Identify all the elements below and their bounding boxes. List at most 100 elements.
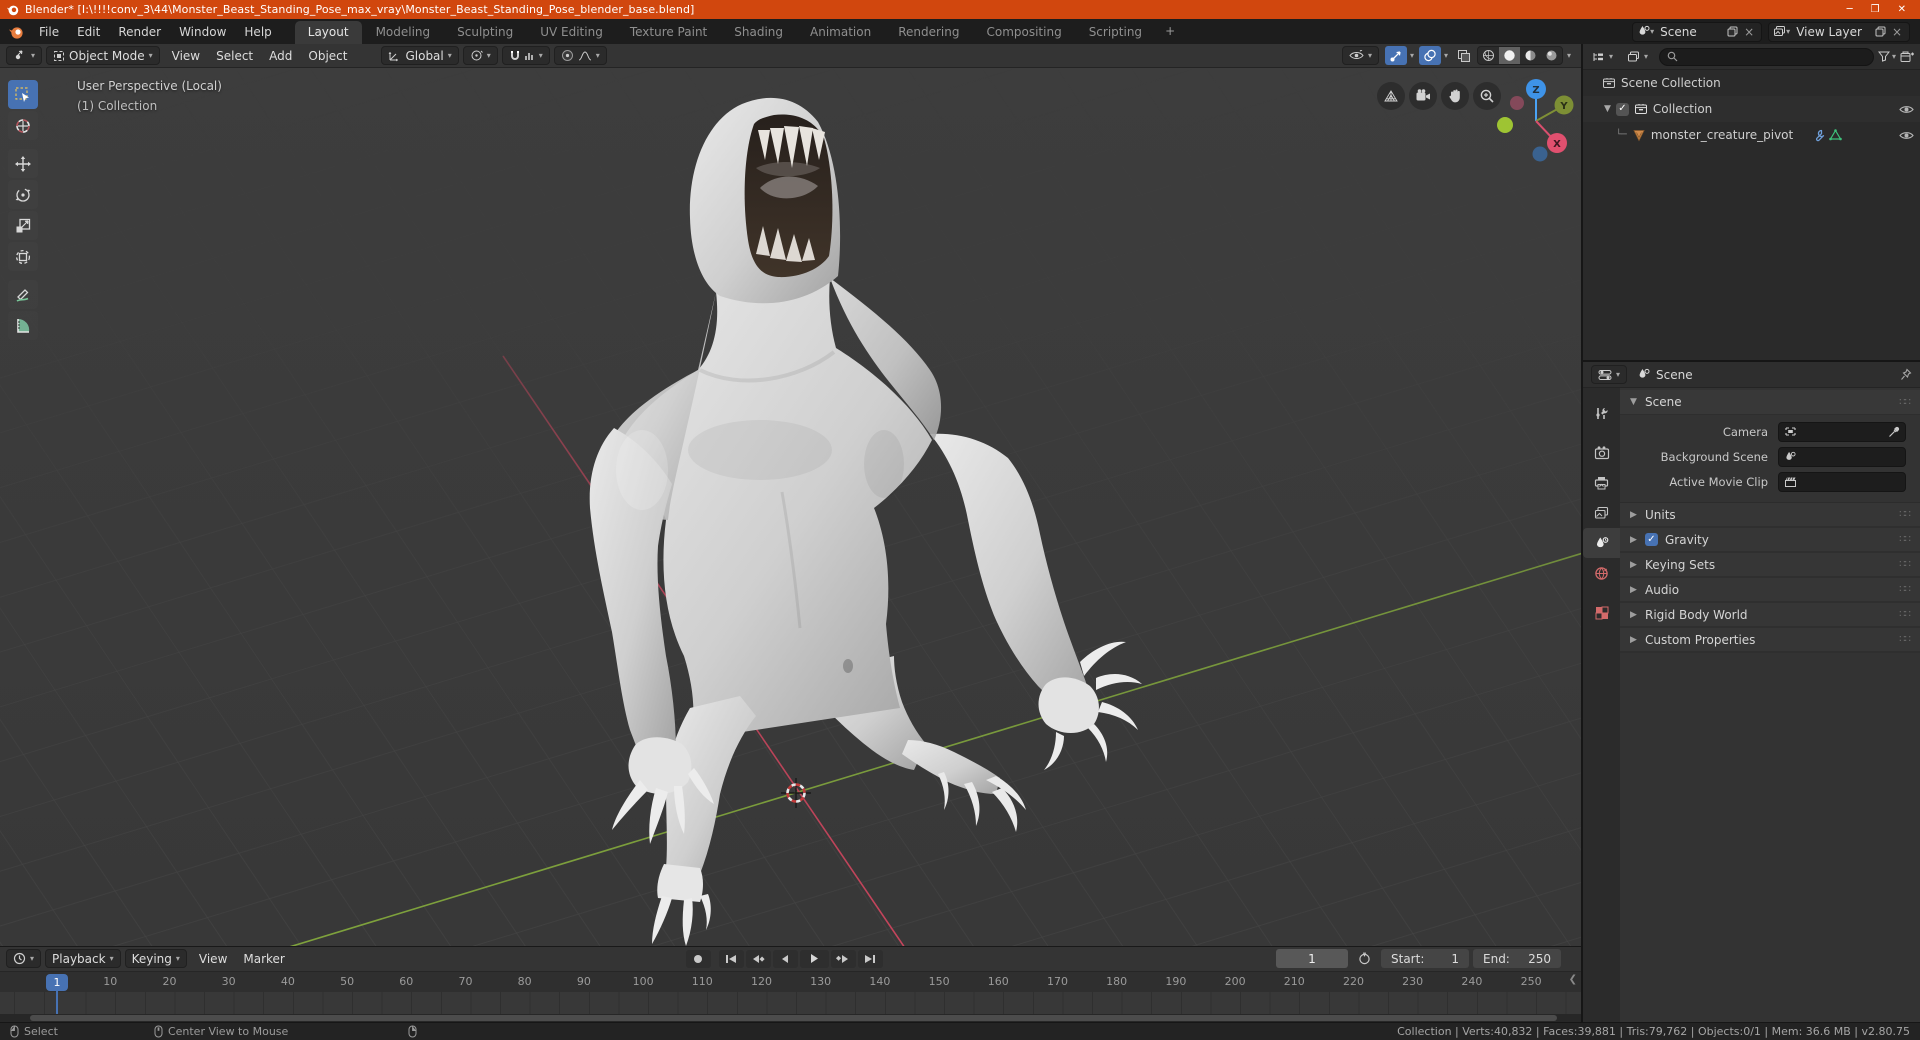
panel-grip-icon[interactable]: ∷∷ [1899, 559, 1911, 570]
chevron-down-icon[interactable]: ▾ [1563, 51, 1575, 60]
playback-menu[interactable]: Playback ▾ [45, 949, 121, 969]
panel-grip-icon[interactable]: ∷∷ [1899, 634, 1911, 645]
menubar-item[interactable]: Window [170, 21, 235, 43]
new-scene-button[interactable] [1724, 26, 1741, 37]
rotate-tool[interactable] [8, 180, 38, 209]
prev-frame-button[interactable] [772, 949, 798, 968]
zoom-camera-view-icon[interactable] [1377, 82, 1405, 110]
scene-panel-header[interactable]: ▼ Scene ∷∷ [1620, 390, 1920, 415]
view-layer-selector[interactable]: ▾ View Layer × [1768, 21, 1910, 42]
hide-in-viewport-toggle[interactable] [1899, 130, 1914, 141]
panel-header[interactable]: ▶ Audio ∷∷ [1620, 578, 1920, 603]
start-frame-field[interactable]: Start: 1 [1381, 949, 1469, 969]
minimize-button[interactable]: ─ [1847, 4, 1853, 15]
annotate-tool[interactable] [8, 280, 38, 309]
end-frame-field[interactable]: End: 250 [1473, 949, 1561, 969]
workspace-tab[interactable]: Shading [721, 21, 796, 44]
viewport-menu-item[interactable]: Object [300, 46, 355, 65]
timeline-ruler[interactable]: 10 20 30 40 50 60 70 80 90 100 110 120 130 140 150 160 1… [0, 970, 1581, 993]
show-overlays-toggle[interactable] [1418, 46, 1441, 65]
menubar-item[interactable]: Render [109, 21, 170, 43]
outliner-filter-dropdown[interactable]: ▾ [1877, 51, 1896, 62]
playhead[interactable] [56, 989, 58, 1015]
current-frame-field[interactable]: 1 [1276, 949, 1348, 969]
shading-solid-button[interactable] [1498, 47, 1520, 64]
scale-tool[interactable] [8, 211, 38, 240]
panel-grip-icon[interactable]: ∷∷ [1899, 509, 1911, 520]
panel-checkbox[interactable]: ✓ [1645, 533, 1658, 546]
shading-wireframe-button[interactable] [1478, 47, 1499, 64]
workspace-tab[interactable]: Scripting [1076, 21, 1155, 44]
shading-rendered-button[interactable] [1541, 47, 1562, 64]
workspace-tab[interactable]: Sculpting [444, 21, 526, 44]
eyedropper-icon[interactable] [1888, 426, 1900, 438]
tab-world[interactable] [1583, 558, 1620, 588]
object-visibility-dropdown[interactable]: ▾ [1341, 46, 1379, 65]
editor-type-button[interactable]: ▾ [6, 46, 43, 65]
auto-keying-stopwatch-icon[interactable] [1352, 950, 1377, 968]
jump-to-start-button[interactable] [718, 949, 744, 968]
mode-dropdown[interactable]: Object Mode ▾ [46, 46, 160, 65]
tab-texture[interactable] [1583, 598, 1620, 628]
outliner-row-collection[interactable]: ▼ ✓ Collection [1583, 96, 1920, 122]
current-frame-badge[interactable]: 1 [46, 973, 68, 991]
transform-tool[interactable] [8, 242, 38, 271]
outliner-row-object[interactable]: └─ monster_creature_pivot [1583, 122, 1920, 148]
outliner-display-mode-dropdown[interactable]: ▾ [1589, 47, 1616, 66]
panel-header[interactable]: ▶ Rigid Body World ∷∷ [1620, 603, 1920, 628]
new-view-layer-button[interactable] [1872, 26, 1889, 37]
record-button[interactable] [685, 949, 711, 968]
chevron-down-icon[interactable]: ▾ [1407, 51, 1417, 60]
viewport-canvas[interactable]: User Perspective (Local) (1) Collection [0, 68, 1581, 946]
modifier-wrench-icon[interactable] [1812, 129, 1825, 142]
menubar-item[interactable]: Help [235, 21, 280, 43]
mesh-data-icon[interactable] [1829, 128, 1843, 141]
show-gizmo-toggle[interactable] [1384, 46, 1407, 65]
workspace-tab[interactable]: Compositing [973, 21, 1074, 44]
pivot-point-dropdown[interactable]: ▾ [462, 46, 498, 65]
chevron-down-icon[interactable]: ▾ [1441, 51, 1451, 60]
tab-output[interactable] [1583, 468, 1620, 498]
remove-view-layer-button[interactable]: × [1889, 25, 1905, 39]
viewport-menu-item[interactable]: Select [208, 46, 261, 65]
keying-menu[interactable]: Keying ▾ [124, 949, 187, 969]
select-box-tool[interactable] [8, 80, 38, 109]
blender-menu-icon[interactable] [8, 24, 24, 40]
workspace-tab[interactable]: Rendering [885, 21, 972, 44]
transform-orientation-dropdown[interactable]: Global ▾ [381, 46, 459, 65]
timeline-track[interactable] [0, 989, 1581, 1015]
measure-tool[interactable] [8, 311, 38, 340]
unlink-scene-button[interactable]: × [1741, 25, 1757, 39]
menubar-item[interactable]: File [30, 21, 68, 43]
tab-render[interactable] [1583, 438, 1620, 468]
tab-tool[interactable] [1583, 398, 1620, 428]
workspace-tab[interactable]: Layout [294, 21, 362, 44]
camera-view-icon[interactable] [1409, 82, 1437, 110]
outliner-search-input[interactable] [1659, 47, 1874, 66]
orientation-gizmo[interactable]: Z Y X [1493, 76, 1579, 162]
disclosure-triangle-icon[interactable]: ▼ [1604, 104, 1611, 114]
background-scene-field[interactable] [1778, 446, 1906, 467]
workspace-tab[interactable]: Texture Paint [617, 21, 720, 44]
cursor-tool[interactable] [8, 111, 38, 140]
xray-toggle[interactable] [1453, 46, 1475, 65]
panel-header[interactable]: ▶ ✓ Gravity ∷∷ [1620, 528, 1920, 553]
tab-scene[interactable] [1583, 528, 1620, 558]
workspace-tab[interactable]: UV Editing [527, 21, 616, 44]
timeline-editor-type-button[interactable]: ▾ [6, 949, 42, 969]
timeline-scrollbar[interactable] [0, 1014, 1581, 1022]
hide-in-viewport-toggle[interactable] [1899, 104, 1914, 115]
panel-grip-icon[interactable]: ∷∷ [1899, 584, 1911, 595]
tab-view-layer[interactable] [1583, 498, 1620, 528]
outliner-filter-image-dropdown[interactable]: ▾ [1624, 47, 1651, 66]
workspace-tab[interactable]: Modeling [363, 21, 444, 44]
active-movie-clip-field[interactable] [1778, 471, 1906, 492]
panel-header[interactable]: ▶ Custom Properties ∷∷ [1620, 628, 1920, 653]
scene-selector[interactable]: ▾ Scene × [1632, 21, 1763, 42]
pan-view-icon[interactable] [1441, 82, 1469, 110]
workspace-tab[interactable]: Animation [797, 21, 884, 44]
viewport-menu-item[interactable]: Add [261, 46, 300, 65]
panel-grip-icon[interactable]: ∷∷ [1899, 397, 1911, 408]
panel-grip-icon[interactable]: ∷∷ [1899, 609, 1911, 620]
proportional-editing-controls[interactable]: ▾ [553, 46, 607, 65]
